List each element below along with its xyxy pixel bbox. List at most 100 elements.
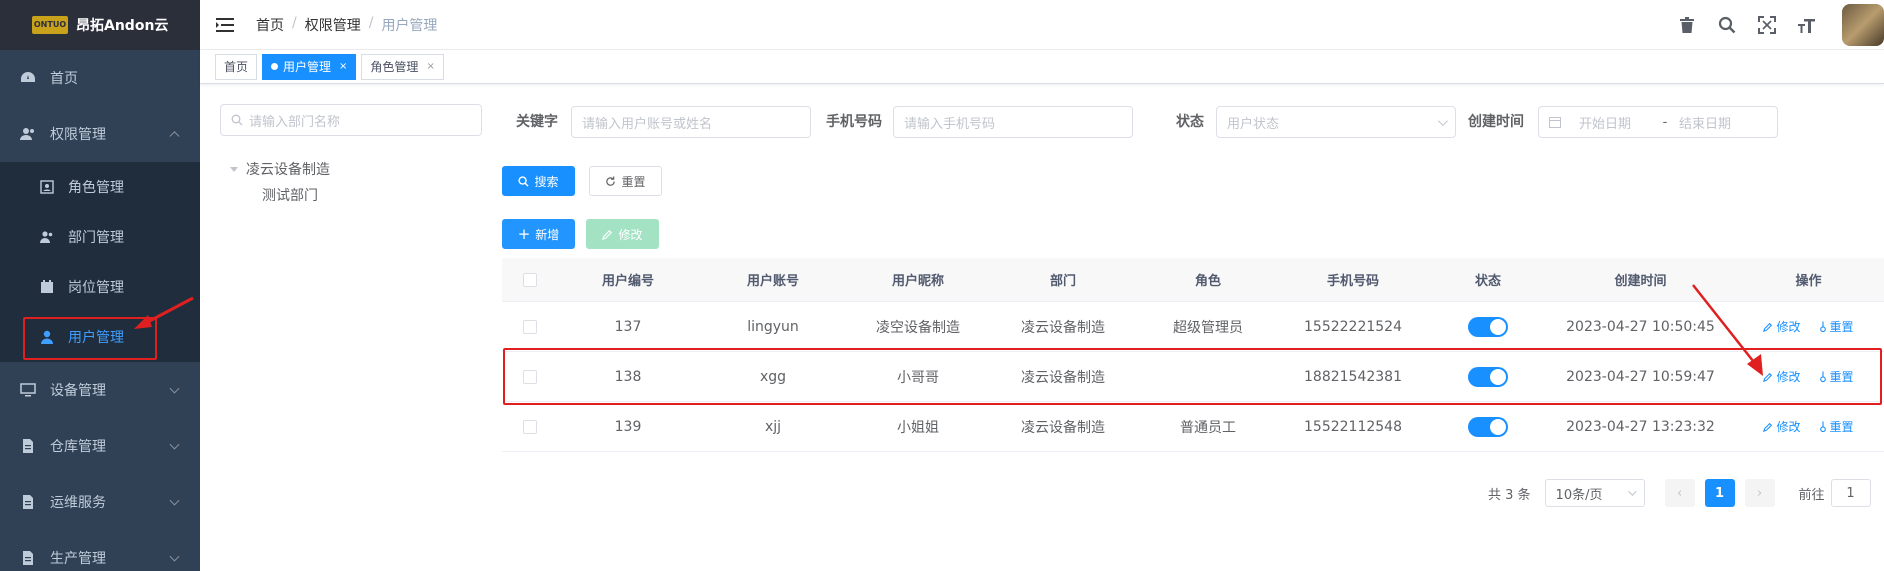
annotation-arrow — [134, 296, 194, 329]
prev-page-button[interactable]: ‹ — [1664, 479, 1695, 507]
tags-view: 首页 用户管理 × 角色管理 × — [200, 50, 1884, 84]
reset-button-label: 重置 — [621, 174, 646, 189]
status-toggle[interactable] — [1468, 416, 1508, 437]
keyword-placeholder: 请输入用户账号或姓名 — [582, 116, 713, 132]
sidebar-item-label: 部门管理 — [68, 230, 124, 246]
next-page-button[interactable]: › — [1744, 479, 1775, 507]
search-icon[interactable] — [1716, 14, 1738, 36]
active-dot-icon — [271, 63, 279, 70]
cell-account: lingyun — [747, 318, 799, 335]
cell-account: xjj — [764, 418, 782, 435]
breadcrumb-permission[interactable]: 权限管理 — [305, 15, 361, 35]
caret-down-icon[interactable] — [230, 166, 238, 172]
close-icon[interactable]: × — [426, 61, 434, 72]
key-icon — [1819, 321, 1826, 332]
font-size-icon[interactable] — [1796, 14, 1818, 36]
goto-page-input[interactable]: 1 — [1830, 479, 1871, 507]
phone-input[interactable]: 请输入手机号码 — [893, 106, 1133, 138]
menu-item-label: 仓库管理 — [50, 439, 106, 455]
sidebar-item-label: 角色管理 — [68, 180, 124, 196]
tag-home[interactable]: 首页 — [215, 53, 258, 80]
page-size-value: 10条/页 — [1555, 487, 1603, 503]
keyword-input[interactable]: 请输入用户账号或姓名 — [571, 106, 811, 138]
table-header: 用户编号 用户账号 用户昵称 部门 角色 手机号码 状态 创建时间 操作 — [502, 258, 1884, 302]
close-icon[interactable]: × — [339, 61, 347, 72]
document-icon — [20, 494, 36, 510]
status-select[interactable]: 用户状态 — [1216, 106, 1456, 138]
hamburger-icon[interactable] — [216, 15, 236, 35]
column-header: 用户编号 — [601, 274, 654, 289]
status-toggle[interactable] — [1468, 316, 1508, 337]
edit-button[interactable]: 修改 — [586, 219, 659, 249]
tag-label: 角色管理 — [370, 60, 419, 74]
search-icon — [518, 175, 530, 187]
logo: ONTUO 昂拓Andon云 — [0, 0, 200, 50]
cell-created: 2023-04-27 13:23:32 — [1566, 418, 1715, 435]
post-icon — [40, 280, 54, 294]
chevron-up-icon — [169, 131, 180, 142]
highlight-box — [503, 348, 1882, 405]
search-button[interactable]: 搜索 — [502, 166, 575, 196]
column-header: 状态 — [1474, 274, 1501, 289]
menu-item-equipment[interactable]: 设备管理 — [0, 362, 200, 418]
menu-item-maintenance[interactable]: 运维服务 — [0, 474, 200, 530]
row-checkbox[interactable] — [523, 319, 537, 334]
chevron-down-icon — [169, 439, 180, 450]
chevron-down-icon — [169, 551, 180, 562]
page-number-current[interactable]: 1 — [1704, 479, 1735, 507]
reset-button[interactable]: 重置 — [589, 166, 662, 196]
date-range-picker[interactable]: 开始日期 - 结束日期 — [1538, 106, 1778, 138]
row-checkbox[interactable] — [523, 419, 537, 434]
row-edit-link[interactable]: 修改 — [1763, 418, 1801, 435]
cell-nickname: 凌空设备制造 — [876, 319, 960, 336]
page-size-select[interactable]: 10条/页 — [1544, 479, 1645, 507]
refresh-icon — [606, 175, 616, 186]
sidebar-item-role[interactable]: 角色管理 — [0, 162, 200, 212]
dept-search-placeholder: 请输入部门名称 — [249, 114, 341, 130]
breadcrumb-home[interactable]: 首页 — [256, 15, 284, 35]
menu-item-label: 设备管理 — [50, 383, 106, 399]
search-form: 关键字 请输入用户账号或姓名 手机号码 请输入手机号码 状态 用户状态 创建时间… — [502, 104, 1884, 254]
cell-role: 超级管理员 — [1173, 319, 1243, 336]
search-button-label: 搜索 — [534, 174, 559, 189]
plus-icon: + — [517, 225, 531, 243]
dept-search-input[interactable]: 请输入部门名称 — [220, 104, 482, 136]
menu-item-warehouse[interactable]: 仓库管理 — [0, 418, 200, 474]
phone-placeholder: 请输入手机号码 — [904, 116, 996, 132]
breadcrumb-current: 用户管理 — [381, 17, 438, 34]
row-reset-label: 重置 — [1829, 420, 1854, 434]
select-all-checkbox[interactable] — [523, 272, 537, 287]
column-header: 部门 — [1049, 274, 1076, 289]
menu-item-permission[interactable]: 权限管理 — [0, 106, 200, 162]
tag-role-management[interactable]: 角色管理 × — [361, 53, 444, 80]
chevron-down-icon — [1437, 115, 1448, 126]
tree-node-child[interactable]: 测试部门 — [220, 182, 482, 208]
cell-user-id: 137 — [614, 318, 642, 335]
navbar-tools — [1676, 0, 1884, 50]
tree-node-label: 凌云设备制造 — [246, 162, 330, 178]
edit-icon — [1763, 422, 1773, 432]
row-reset-link[interactable]: 重置 — [1819, 318, 1854, 335]
pagination: 共 3 条 10条/页 ‹ 1 › 前往 1 — [1488, 479, 1871, 507]
row-reset-link[interactable]: 重置 — [1819, 418, 1854, 435]
menu-item-production[interactable]: 生产管理 — [0, 530, 200, 571]
column-header: 用户账号 — [746, 274, 799, 289]
tag-user-management[interactable]: 用户管理 × — [262, 53, 357, 80]
cell-dept: 凌云设备制造 — [1021, 419, 1105, 436]
avatar[interactable] — [1842, 4, 1884, 46]
menu-item-home[interactable]: 首页 — [0, 50, 200, 106]
chevron-left-icon: ‹ — [1676, 485, 1683, 501]
search-icon — [231, 114, 243, 126]
sidebar-item-department[interactable]: 部门管理 — [0, 212, 200, 262]
end-date-placeholder: 结束日期 — [1679, 116, 1732, 132]
phone-label: 手机号码 — [826, 114, 882, 130]
trash-icon[interactable] — [1676, 14, 1698, 36]
cell-user-id: 139 — [614, 418, 642, 435]
cell-phone: 15522112548 — [1304, 418, 1402, 435]
breadcrumb-separator: / — [292, 14, 297, 31]
fullscreen-icon[interactable] — [1756, 14, 1778, 36]
sidebar-item-label: 岗位管理 — [68, 280, 124, 296]
add-button[interactable]: + 新增 — [502, 219, 575, 249]
department-tree-panel: 请输入部门名称 凌云设备制造 测试部门 — [220, 104, 482, 208]
tree-node-root[interactable]: 凌云设备制造 — [220, 156, 482, 182]
